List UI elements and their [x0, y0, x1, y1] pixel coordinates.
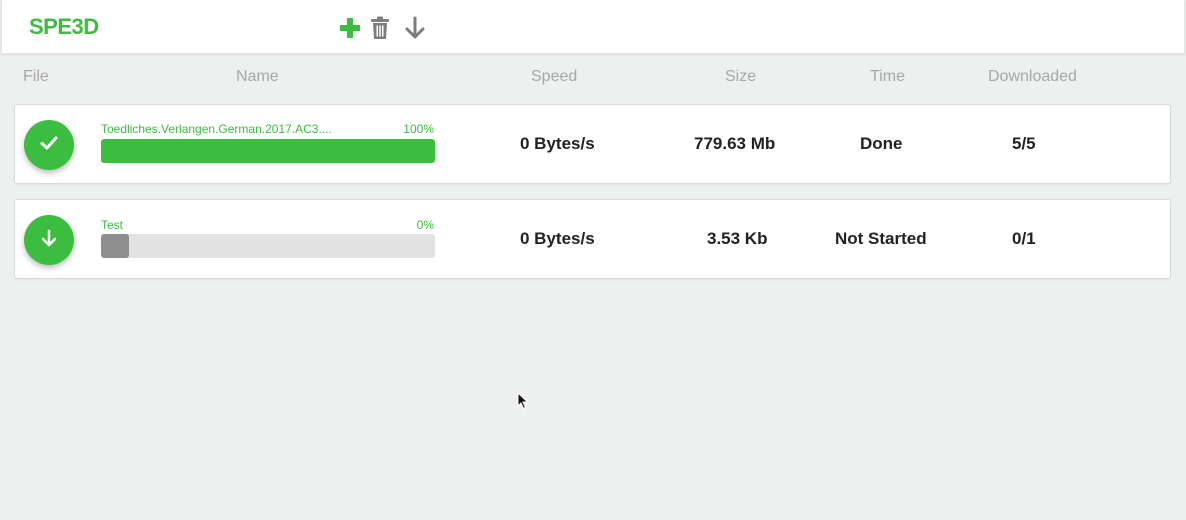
download-row[interactable]: Test 0% 0 Bytes/s 3.53 Kb Not Started 0/… — [14, 199, 1171, 279]
checkmark-icon — [38, 132, 60, 159]
delete-button[interactable] — [368, 16, 392, 40]
downloaded-value: 5/5 — [1012, 134, 1036, 153]
progress-percent: 100% — [403, 122, 434, 136]
column-header-downloaded[interactable]: Downloaded — [988, 68, 1077, 86]
file-name: Toedliches.Verlangen.German.2017.AC3.... — [101, 122, 332, 136]
status-button[interactable] — [24, 120, 74, 170]
arrow-down-icon — [38, 227, 60, 254]
progress-percent: 0% — [416, 218, 434, 232]
add-download-button[interactable] — [338, 16, 362, 40]
file-name: Test — [101, 218, 124, 232]
plus-icon — [339, 17, 361, 39]
download-button[interactable] — [403, 16, 427, 40]
progress-fill — [101, 234, 129, 258]
speed-value: 0 Bytes/s — [520, 229, 595, 248]
mouse-cursor-icon — [517, 391, 529, 415]
column-header-size[interactable]: Size — [725, 68, 756, 86]
app-logo: SPE3D — [29, 14, 99, 39]
time-value: Done — [860, 134, 903, 153]
trash-icon — [370, 16, 390, 40]
arrow-down-icon — [404, 16, 426, 40]
column-header-speed[interactable]: Speed — [531, 68, 577, 86]
top-bar: SPE3D — [1, 0, 1185, 54]
speed-value: 0 Bytes/s — [520, 134, 595, 153]
progress-fill — [101, 139, 435, 163]
progress-bar — [101, 139, 435, 163]
progress-bar — [101, 234, 435, 258]
time-value: Not Started — [835, 229, 927, 248]
status-button[interactable] — [24, 215, 74, 265]
column-header-file[interactable]: File — [23, 68, 49, 86]
download-row[interactable]: Toedliches.Verlangen.German.2017.AC3....… — [14, 104, 1171, 184]
column-header-time[interactable]: Time — [870, 68, 905, 86]
column-header-name[interactable]: Name — [236, 68, 279, 86]
size-value: 779.63 Mb — [694, 134, 776, 153]
size-value: 3.53 Kb — [707, 229, 768, 248]
downloaded-value: 0/1 — [1012, 229, 1036, 248]
column-header-row: File Name Speed Size Time Downloaded — [0, 68, 1186, 90]
